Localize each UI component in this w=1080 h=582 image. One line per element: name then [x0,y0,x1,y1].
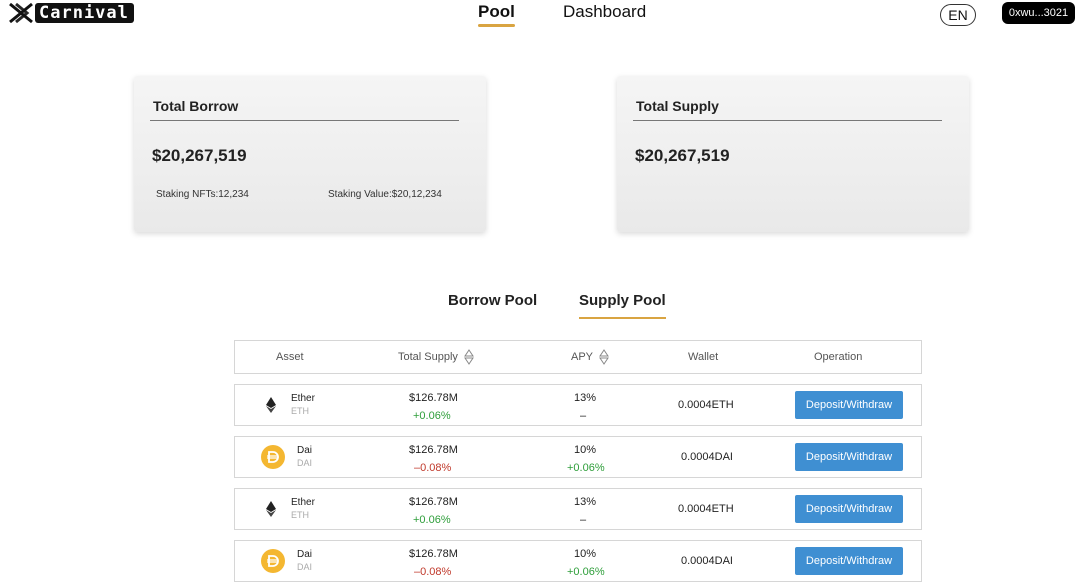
wallet-balance: 0.0004DAI [681,555,733,567]
total-supply-value: $126.78M [409,444,458,456]
asset-name: Ether [291,393,315,404]
logo-text: Carnival [35,3,134,23]
logo[interactable]: Carnival [8,2,134,24]
staking-value: Staking Value:$20,12,234 [328,189,442,200]
total-supply-change: –0.08% [414,566,452,578]
nav-tab-dashboard[interactable]: Dashboard [563,2,646,26]
table-row: Ether ETH $126.78M +0.06% 13% – 0.0004ET… [234,384,922,426]
table-row: Dai DAI $126.78M –0.08% 10% +0.06% 0.000… [234,540,922,582]
deposit-withdraw-button[interactable]: Deposit/Withdraw [795,495,903,523]
header-wallet: Wallet [688,351,719,363]
sort-icon[interactable] [464,349,474,365]
total-supply-change: –0.08% [414,462,452,474]
card-divider [150,120,459,121]
asset-name: Dai [297,445,313,456]
wallet-balance: 0.0004DAI [681,451,733,463]
asset-symbol: ETH [291,406,309,416]
table-row: Dai DAI $126.78M –0.08% 10% +0.06% 0.000… [234,436,922,478]
header-operation: Operation [814,351,863,363]
total-borrow-value: $20,267,519 [152,146,247,165]
deposit-withdraw-button[interactable]: Deposit/Withdraw [795,443,903,471]
header-apy[interactable]: APY [571,341,609,373]
header-asset: Asset [276,351,304,363]
asset-name: Ether [291,497,315,508]
dai-icon [261,445,285,469]
sort-icon[interactable] [599,349,609,365]
total-borrow-card: Total Borrow $20,267,519 Staking NFTs:12… [134,76,486,232]
apy-value: 10% [574,548,597,560]
ether-icon [266,501,276,517]
asset-symbol: DAI [297,562,313,572]
ether-icon [266,397,276,413]
dai-icon [261,549,285,573]
asset-name: Dai [297,549,313,560]
total-supply-value: $20,267,519 [635,146,730,165]
deposit-withdraw-button[interactable]: Deposit/Withdraw [795,391,903,419]
total-supply-change: +0.06% [413,410,451,422]
logo-x-icon [9,2,33,24]
wallet-balance: 0.0004ETH [678,399,734,411]
total-borrow-title: Total Borrow [153,98,239,114]
asset-symbol: ETH [291,510,309,520]
total-supply-value: $126.78M [409,548,458,560]
table-header: Asset Total Supply APY Wallet Operation [234,340,922,374]
apy-change: – [580,410,587,422]
total-supply-value: $126.78M [409,496,458,508]
wallet-address-button[interactable]: 0xwu...3021 [1002,2,1075,24]
apy-value: 10% [574,444,597,456]
apy-value: 13% [574,496,597,508]
header-total-supply[interactable]: Total Supply [398,341,474,373]
total-supply-title: Total Supply [636,98,719,114]
card-divider [633,120,942,121]
apy-change: – [580,514,587,526]
asset-symbol: DAI [297,458,313,468]
nav-tab-pool[interactable]: Pool [478,2,515,27]
total-supply-change: +0.06% [413,514,451,526]
language-button[interactable]: EN [940,4,976,26]
total-supply-value: $126.78M [409,392,458,404]
tab-borrow-pool[interactable]: Borrow Pool [448,292,537,318]
staking-nfts: Staking NFTs:12,234 [156,189,249,200]
total-supply-card: Total Supply $20,267,519 [617,76,969,232]
wallet-balance: 0.0004ETH [678,503,734,515]
apy-change: +0.06% [567,566,605,578]
tab-supply-pool[interactable]: Supply Pool [579,292,666,319]
apy-change: +0.06% [567,462,605,474]
table-row: Ether ETH $126.78M +0.06% 13% – 0.0004ET… [234,488,922,530]
deposit-withdraw-button[interactable]: Deposit/Withdraw [795,547,903,575]
apy-value: 13% [574,392,597,404]
